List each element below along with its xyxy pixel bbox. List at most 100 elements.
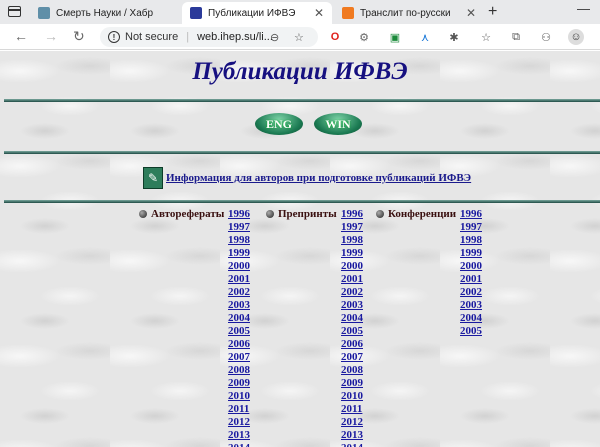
author-info-link[interactable]: Информация для авторов при подготовке пу…: [166, 172, 471, 184]
extension-icon[interactable]: ⚙: [356, 29, 372, 45]
year-link[interactable]: 1997: [341, 221, 363, 234]
year-list-conferences: 1996 1997 1998 1999 2000 2001 2002 2003 …: [460, 208, 482, 338]
year-link[interactable]: 2004: [460, 312, 482, 325]
avatar[interactable]: ☺: [568, 29, 584, 45]
year-link[interactable]: 2013: [341, 429, 363, 442]
year-link[interactable]: 2000: [341, 260, 363, 273]
year-link[interactable]: 2009: [341, 377, 363, 390]
year-link[interactable]: 2009: [228, 377, 250, 390]
tab-title: Транслит по-русски: [360, 7, 451, 19]
translit-favicon-icon: [342, 7, 354, 19]
column-label-conferences: Конференции: [376, 208, 456, 220]
year-link[interactable]: 2001: [341, 273, 363, 286]
divider: [4, 151, 600, 154]
year-link[interactable]: 2008: [228, 364, 250, 377]
tab-habr[interactable]: Смерть Науки / Хабр: [30, 2, 180, 24]
column-label-text: Авторефераты: [151, 208, 225, 220]
year-link[interactable]: 2002: [228, 286, 250, 299]
year-link[interactable]: 1996: [460, 208, 482, 221]
browser-toolbar: ← → ↻ ! Not secure | web.ihep.su/li... ⊖…: [0, 24, 600, 50]
year-link[interactable]: 1999: [460, 247, 482, 260]
year-link[interactable]: 2004: [228, 312, 250, 325]
address-bar[interactable]: ! Not secure | web.ihep.su/li... ⊖ ☆: [100, 27, 318, 47]
year-link[interactable]: 2002: [341, 286, 363, 299]
opera-extension-icon[interactable]: O: [327, 29, 343, 45]
author-info-icon[interactable]: ✎: [143, 167, 163, 189]
profile-share-icon[interactable]: ⚇: [538, 29, 554, 45]
year-link[interactable]: 2013: [228, 429, 250, 442]
green-extension-icon[interactable]: ▣: [387, 29, 403, 45]
year-link[interactable]: 2005: [460, 325, 482, 338]
year-link[interactable]: 2012: [341, 416, 363, 429]
year-link[interactable]: 2006: [341, 338, 363, 351]
favorites-icon[interactable]: ☆: [478, 29, 494, 45]
year-link[interactable]: 2004: [341, 312, 363, 325]
column-label-text: Конференции: [388, 208, 457, 220]
year-link[interactable]: 2011: [228, 403, 250, 416]
year-link[interactable]: 2003: [341, 299, 363, 312]
eng-button[interactable]: ENG: [255, 113, 303, 135]
ihep-favicon-icon: [190, 7, 202, 19]
year-link[interactable]: 2007: [228, 351, 250, 364]
year-link[interactable]: 2006: [228, 338, 250, 351]
puzzle-extensions-icon[interactable]: ✱: [446, 29, 462, 45]
favorite-star-icon[interactable]: ☆: [294, 31, 304, 44]
reader-extension-icon[interactable]: ⋏: [417, 29, 433, 45]
year-link[interactable]: 1998: [341, 234, 363, 247]
year-link[interactable]: 1996: [228, 208, 250, 221]
refresh-icon[interactable]: ↻: [73, 28, 85, 45]
year-link[interactable]: 2000: [228, 260, 250, 273]
year-link[interactable]: 2007: [341, 351, 363, 364]
year-link[interactable]: 2003: [460, 299, 482, 312]
year-link[interactable]: 2005: [228, 325, 250, 338]
year-link[interactable]: 1996: [341, 208, 363, 221]
year-link[interactable]: 1999: [341, 247, 363, 260]
zoom-icon[interactable]: ⊖: [270, 31, 279, 44]
author-info-row: ✎ Информация для авторов при подготовке …: [143, 167, 471, 189]
year-link[interactable]: 2014: [341, 442, 363, 447]
year-link[interactable]: 2005: [341, 325, 363, 338]
page-content: Публикации ИФВЭ ENG WIN ✎ Информация для…: [0, 51, 600, 447]
tab-translit[interactable]: Транслит по-русски ✕: [334, 2, 484, 24]
year-link[interactable]: 2010: [341, 390, 363, 403]
year-link[interactable]: 2008: [341, 364, 363, 377]
year-link[interactable]: 2002: [460, 286, 482, 299]
year-link[interactable]: 2011: [341, 403, 363, 416]
security-label: Not secure: [125, 31, 179, 43]
tab-title: Смерть Науки / Хабр: [56, 7, 154, 19]
year-link[interactable]: 2000: [460, 260, 482, 273]
divider: |: [186, 31, 190, 43]
tab-strip: Смерть Науки / Хабр Публикации ИФВЭ ✕ Тр…: [0, 0, 600, 24]
url-text: web.ihep.su/li...: [197, 31, 273, 43]
minimize-button[interactable]: —: [577, 1, 590, 16]
year-link[interactable]: 1997: [460, 221, 482, 234]
year-link[interactable]: 1998: [228, 234, 250, 247]
new-tab-button[interactable]: +: [488, 3, 497, 21]
column-label-text: Препринты: [278, 208, 337, 220]
year-list-autoreferats: 1996 1997 1998 1999 2000 2001 2002 2003 …: [228, 208, 250, 447]
year-link[interactable]: 1999: [228, 247, 250, 260]
divider: [4, 99, 600, 102]
year-link[interactable]: 1998: [460, 234, 482, 247]
close-tab-icon[interactable]: ✕: [314, 6, 324, 20]
bullet-icon: [376, 210, 384, 218]
year-link[interactable]: 2012: [228, 416, 250, 429]
win-button[interactable]: WIN: [314, 113, 362, 135]
collections-icon[interactable]: ⧉: [508, 29, 524, 45]
back-arrow-icon[interactable]: ←: [14, 28, 28, 44]
page-title: Публикации ИФВЭ: [192, 58, 408, 85]
tab-ihep-publications[interactable]: Публикации ИФВЭ ✕: [182, 2, 332, 24]
year-link[interactable]: 1997: [228, 221, 250, 234]
year-link[interactable]: 2001: [460, 273, 482, 286]
tab-actions-icon[interactable]: [8, 6, 21, 17]
forward-arrow-icon[interactable]: →: [44, 28, 58, 44]
year-link[interactable]: 2014: [228, 442, 250, 447]
year-link[interactable]: 2003: [228, 299, 250, 312]
year-link[interactable]: 2001: [228, 273, 250, 286]
divider: [4, 200, 600, 203]
tab-title: Публикации ИФВЭ: [208, 7, 296, 19]
close-tab-icon[interactable]: ✕: [466, 6, 476, 20]
year-link[interactable]: 2010: [228, 390, 250, 403]
habr-favicon-icon: [38, 7, 50, 19]
bullet-icon: [139, 210, 147, 218]
